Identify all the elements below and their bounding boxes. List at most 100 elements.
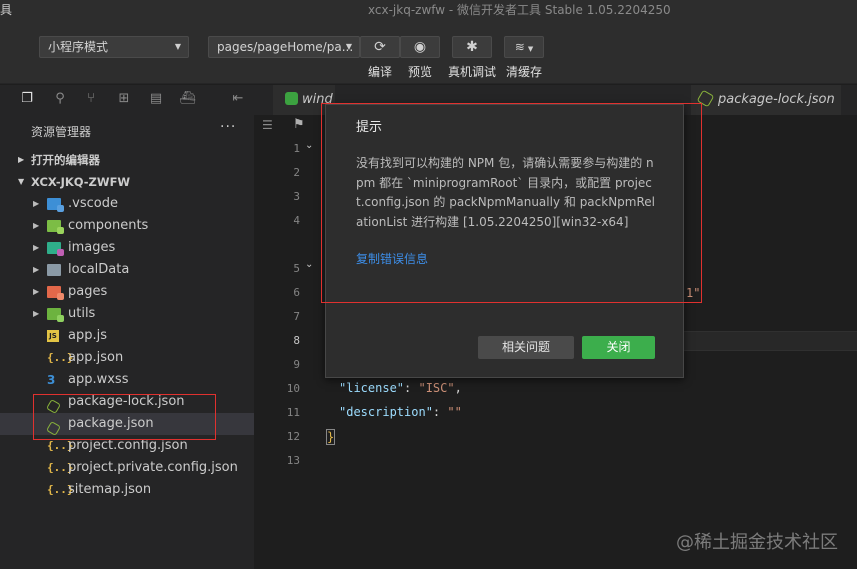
folder-icon	[47, 198, 64, 212]
open-editors-label: 打开的编辑器	[31, 153, 100, 167]
tree-item-components[interactable]: ▶ components	[0, 215, 254, 237]
compile-button[interactable]: ⟳	[360, 36, 400, 58]
css-file-icon: 3	[47, 373, 56, 387]
line-number: 12	[286, 430, 300, 443]
code-key: "description"	[339, 405, 433, 419]
project-section[interactable]: ▼ XCX-JKQ-ZWFW	[0, 171, 254, 193]
explorer-sidebar: 资源管理器 ··· ▶ 打开的编辑器 ▼ XCX-JKQ-ZWFW ▶ .vsc…	[0, 115, 254, 569]
tree-item-label: components	[68, 218, 149, 233]
explorer-header: 资源管理器	[31, 125, 92, 139]
clear-cache-button[interactable]: ≋ ▼	[504, 36, 544, 58]
code-value: ""	[447, 405, 462, 419]
preview-button[interactable]: ◉	[400, 36, 440, 58]
bookmark-icon[interactable]: ⚑	[293, 117, 305, 132]
close-button[interactable]: 关闭	[582, 336, 655, 359]
open-editors-section[interactable]: ▶ 打开的编辑器	[0, 149, 254, 171]
source-control-icon[interactable]: ⑂	[83, 91, 99, 107]
tree-item-label: app.wxss	[68, 372, 129, 387]
tab-package-lock-json[interactable]: package-lock.json	[691, 85, 841, 115]
line-number: 6	[293, 286, 300, 299]
line-number: 13	[286, 454, 300, 467]
eye-icon: ◉	[413, 39, 427, 55]
json-braces-icon: {..}	[47, 439, 74, 452]
mode-select[interactable]: 小程序模式 ▼	[39, 36, 189, 58]
code-key: "license"	[339, 381, 405, 395]
refresh-icon: ⟳	[374, 39, 386, 55]
line-number: 9	[293, 358, 300, 371]
files-icon[interactable]: ❐	[19, 91, 35, 107]
clear-cache-label[interactable]: 清缓存	[506, 63, 542, 80]
json-braces-icon: {..}	[47, 483, 74, 496]
code-line-11: "description": ""	[339, 405, 462, 419]
tree-item-pages[interactable]: ▶ pages	[0, 281, 254, 303]
chevron-down-icon: ▼	[18, 177, 25, 186]
chevron-right-icon: ▶	[33, 309, 40, 318]
tree-item-utils[interactable]: ▶ utils	[0, 303, 254, 325]
preview-label[interactable]: 预览	[408, 63, 432, 80]
line-number: 7	[293, 310, 300, 323]
chevron-right-icon: ▶	[33, 199, 40, 208]
line-number: 11	[286, 406, 300, 419]
search-icon[interactable]: ⚲	[52, 91, 68, 107]
outline-icon[interactable]: ☰	[262, 118, 273, 132]
json-braces-icon: {..}	[47, 351, 74, 364]
fold-chevron-icon[interactable]: ⌄	[305, 140, 313, 151]
chevron-right-icon: ▶	[18, 155, 25, 164]
related-issues-button[interactable]: 相关问题	[478, 336, 574, 359]
tree-item-app-js[interactable]: JS app.js	[0, 325, 254, 347]
json-braces-icon: {..}	[47, 461, 74, 474]
tree-item-label: utils	[68, 306, 96, 321]
tree-item-label: localData	[68, 262, 130, 277]
js-file-icon: JS	[47, 330, 59, 342]
folder-icon	[47, 264, 61, 276]
menu-tools[interactable]: 具	[0, 1, 12, 18]
tree-item-app-json[interactable]: {..} app.json	[0, 347, 254, 369]
bug-icon: ✱	[466, 39, 478, 55]
code-line-12: }	[326, 429, 336, 445]
code-value: "ISC"	[418, 381, 455, 395]
page-path-value: pages/pageHome/pa...	[217, 40, 354, 54]
chevron-right-icon: ▶	[33, 265, 40, 274]
wxml-file-icon	[285, 92, 298, 105]
remote-debug-button[interactable]: ✱	[452, 36, 492, 58]
tree-item-label: app.js	[68, 328, 107, 343]
line-number-current: 8	[293, 334, 300, 347]
tree-item-label: project.private.config.json	[68, 460, 238, 475]
tree-item-localdata[interactable]: ▶ localData	[0, 259, 254, 281]
collapse-sidebar-icon[interactable]: ⇤	[230, 91, 246, 107]
docker-icon[interactable]: ⛴	[179, 91, 196, 107]
compile-label[interactable]: 编译	[368, 63, 392, 80]
chevron-down-icon: ▼	[174, 42, 181, 51]
tree-item-project-private-config-json[interactable]: {..} project.private.config.json	[0, 457, 254, 479]
page-path-select[interactable]: pages/pageHome/pa... ▼	[208, 36, 360, 58]
panel-icon[interactable]: ▤	[148, 91, 164, 107]
chevron-right-icon: ▶	[33, 221, 40, 230]
folder-icon	[47, 220, 64, 234]
line-number: 10	[286, 382, 300, 395]
window-title: xcx-jkq-zwfw - 微信开发者工具 Stable 1.05.22042…	[368, 3, 671, 17]
remote-debug-label[interactable]: 真机调试	[448, 63, 496, 80]
chevron-right-icon: ▶	[33, 243, 40, 252]
extensions-icon[interactable]: ⊞	[116, 91, 132, 107]
toolbar: 小程序模式 ▼ pages/pageHome/pa... ▼ ⟳ ◉ ✱ ≋ ▼ …	[0, 20, 857, 84]
chevron-down-icon: ▼	[345, 42, 352, 51]
tree-item-label: sitemap.json	[68, 482, 152, 497]
line-number: 3	[293, 190, 300, 203]
tree-item-vscode[interactable]: ▶ .vscode	[0, 193, 254, 215]
tree-item-images[interactable]: ▶ images	[0, 237, 254, 259]
tree-item-label: pages	[68, 284, 108, 299]
fold-chevron-icon[interactable]: ⌄	[305, 259, 313, 270]
project-label: XCX-JKQ-ZWFW	[31, 175, 131, 189]
mode-select-value: 小程序模式	[48, 40, 109, 54]
tree-item-label: images	[68, 240, 116, 255]
code-line-10: "license": "ISC",	[339, 381, 462, 395]
tree-item-label: app.json	[68, 350, 124, 365]
chevron-right-icon: ▶	[33, 287, 40, 296]
tree-item-label: .vscode	[68, 196, 118, 211]
title-bar: 具 xcx-jkq-zwfw - 微信开发者工具 Stable 1.05.220…	[0, 0, 857, 20]
tree-item-sitemap-json[interactable]: {..} sitemap.json	[0, 479, 254, 501]
folder-icon	[47, 286, 64, 300]
line-number: 1	[293, 142, 300, 155]
tree-item-app-wxss[interactable]: 3 app.wxss	[0, 369, 254, 391]
more-icon[interactable]: ···	[220, 119, 236, 135]
